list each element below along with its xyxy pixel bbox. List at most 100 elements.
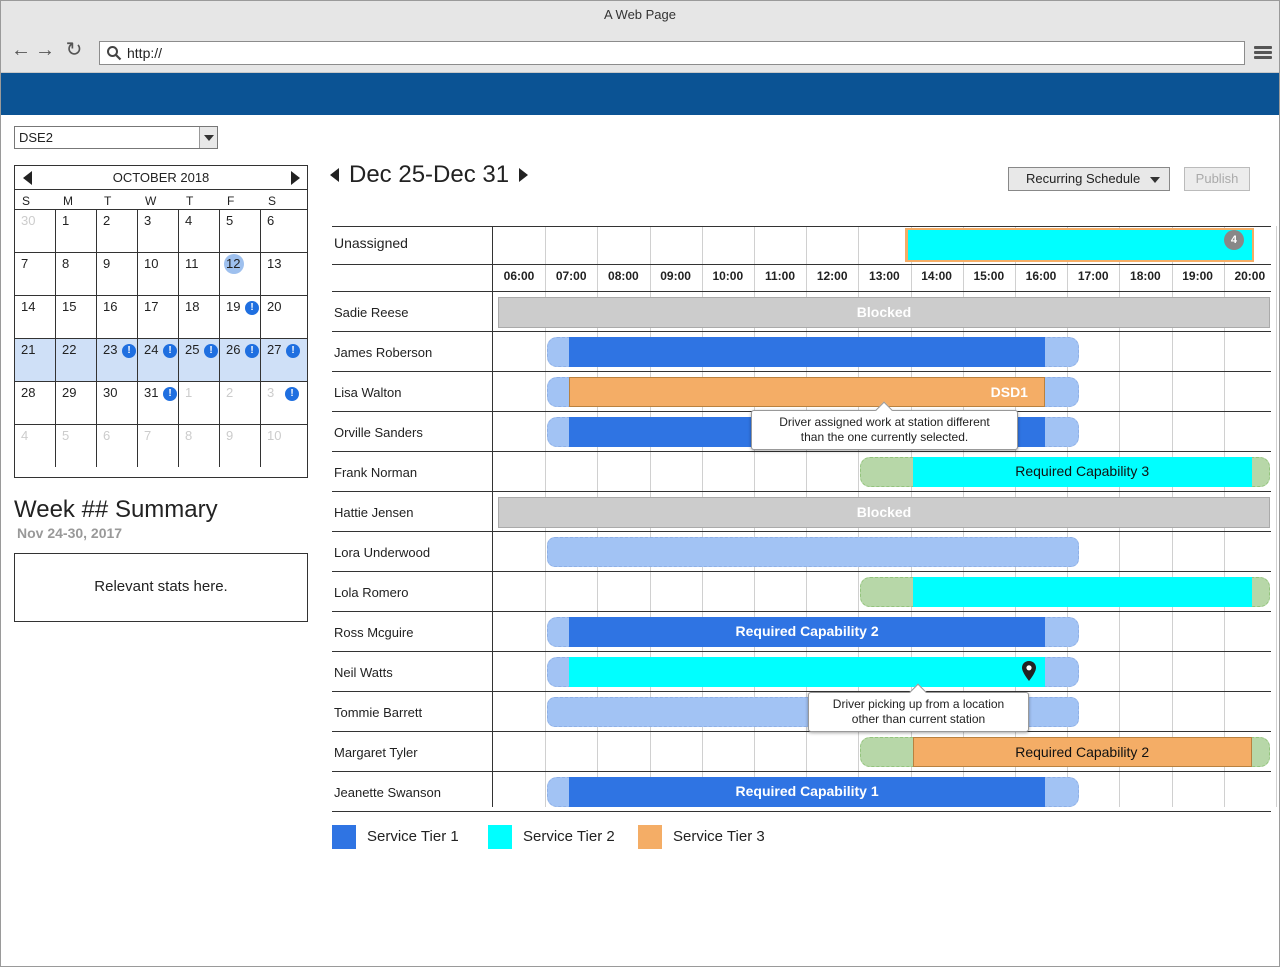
calendar-day[interactable]: 16 — [97, 295, 138, 338]
tier-1-shift-bar[interactable]: Required Capability 2 — [569, 617, 1045, 647]
calendar-day[interactable]: 7 — [15, 252, 56, 295]
calendar-day[interactable]: 3 — [138, 209, 179, 252]
available-window-bar[interactable] — [547, 537, 1080, 567]
tier-3-shift-bar[interactable]: DSD1 — [569, 377, 1045, 407]
blocked-shift-bar[interactable]: Blocked — [498, 497, 1270, 528]
calendar-day[interactable]: 9 — [220, 424, 261, 467]
driver-name[interactable]: Frank Norman — [334, 465, 417, 480]
alert-icon[interactable]: ! — [122, 344, 136, 358]
chevron-down-icon[interactable] — [199, 127, 217, 148]
alert-icon[interactable]: ! — [163, 387, 177, 401]
alert-icon[interactable]: ! — [245, 301, 259, 315]
back-arrow-icon[interactable]: ← — [10, 39, 32, 61]
tier-2-shift-bar[interactable] — [912, 577, 1252, 607]
tier-1-shift-bar[interactable]: Required Capability 1 — [569, 777, 1045, 807]
prev-week-icon[interactable] — [330, 168, 339, 182]
driver-name[interactable]: Margaret Tyler — [334, 745, 418, 760]
calendar-day[interactable]: 13 — [261, 252, 307, 295]
calendar-day[interactable]: 24! — [138, 338, 179, 381]
calendar-day[interactable]: 10 — [261, 424, 307, 467]
legend-swatch — [332, 825, 356, 849]
calendar-day[interactable]: 6 — [97, 424, 138, 467]
alert-icon[interactable]: ! — [285, 387, 299, 401]
row-divider — [332, 691, 1271, 692]
tier-1-shift-bar[interactable] — [569, 337, 1045, 367]
calendar-day[interactable]: 30 — [97, 381, 138, 424]
weekday-header: S — [22, 194, 31, 208]
driver-name[interactable]: Tommie Barrett — [334, 705, 422, 720]
driver-name[interactable]: Neil Watts — [334, 665, 393, 680]
recurring-schedule-dropdown[interactable]: Recurring Schedule — [1008, 167, 1170, 191]
calendar-day[interactable]: 15 — [56, 295, 97, 338]
driver-name[interactable]: Orville Sanders — [334, 425, 423, 440]
calendar-day-number: 10 — [267, 428, 282, 443]
calendar-day[interactable]: 6 — [261, 209, 307, 252]
calendar-day[interactable]: 26! — [220, 338, 261, 381]
calendar-day[interactable]: 14 — [15, 295, 56, 338]
shift-bar-label: Required Capability 1 — [735, 783, 879, 799]
alert-icon[interactable]: ! — [245, 344, 259, 358]
hamburger-menu-icon[interactable] — [1254, 46, 1272, 60]
tier-3-shift-bar[interactable]: Required Capability 2 — [912, 737, 1252, 767]
tier-2-shift-bar[interactable]: Required Capability 3 — [912, 457, 1252, 487]
calendar-day[interactable]: 25! — [179, 338, 220, 381]
hour-label: 19:00 — [1182, 269, 1213, 283]
calendar-day[interactable]: 19! — [220, 295, 261, 338]
calendar-day[interactable]: 11 — [179, 252, 220, 295]
location-pin-icon[interactable] — [1021, 660, 1037, 682]
calendar-day[interactable]: 28 — [15, 381, 56, 424]
calendar-day[interactable]: 9 — [97, 252, 138, 295]
calendar-day[interactable]: 2 — [220, 381, 261, 424]
alert-icon[interactable]: ! — [163, 344, 177, 358]
calendar-day[interactable]: 30 — [15, 209, 56, 252]
calendar-day[interactable]: 23! — [97, 338, 138, 381]
driver-name[interactable]: Lora Underwood — [334, 545, 430, 560]
unassigned-shift-block[interactable] — [904, 228, 1254, 262]
calendar-day[interactable]: 8 — [56, 252, 97, 295]
calendar-day[interactable]: 8 — [179, 424, 220, 467]
calendar-day[interactable]: 1 — [56, 209, 97, 252]
driver-name[interactable]: Lisa Walton — [334, 385, 401, 400]
calendar-day[interactable]: 4 — [179, 209, 220, 252]
calendar-day[interactable]: 4 — [15, 424, 56, 467]
driver-name[interactable]: James Roberson — [334, 345, 432, 360]
next-week-icon[interactable] — [519, 168, 528, 182]
calendar-day[interactable]: 20 — [261, 295, 307, 338]
calendar-day[interactable]: 21 — [15, 338, 56, 381]
reload-icon[interactable]: ↻ — [63, 39, 85, 61]
calendar-day[interactable]: 29 — [56, 381, 97, 424]
forward-arrow-icon[interactable]: → — [34, 39, 56, 61]
driver-name[interactable]: Hattie Jensen — [334, 505, 414, 520]
calendar-day[interactable]: 22 — [56, 338, 97, 381]
calendar-day[interactable]: 27! — [261, 338, 307, 381]
driver-name[interactable]: Jeanette Swanson — [334, 785, 441, 800]
week-range-label: Dec 25-Dec 31 — [349, 161, 510, 188]
driver-name[interactable]: Sadie Reese — [334, 305, 408, 320]
calendar-day[interactable]: 5 — [56, 424, 97, 467]
alert-icon[interactable]: ! — [204, 344, 218, 358]
calendar-day[interactable]: 5 — [220, 209, 261, 252]
calendar-day[interactable]: 2 — [97, 209, 138, 252]
calendar-day-number: 30 — [103, 385, 118, 400]
calendar-day[interactable]: 7 — [138, 424, 179, 467]
driver-name[interactable]: Lola Romero — [334, 585, 408, 600]
tier-2-shift-bar[interactable] — [569, 657, 1045, 687]
calendar-day[interactable]: 3! — [261, 381, 307, 424]
station-dropdown[interactable]: DSE2 — [14, 126, 218, 149]
unassigned-count-badge[interactable]: 4 — [1223, 230, 1244, 250]
calendar-day-number: 5 — [226, 213, 234, 228]
blocked-shift-bar[interactable]: Blocked — [498, 297, 1270, 328]
legend-tier-3: Service Tier 3 — [638, 825, 778, 849]
calendar-day[interactable]: 18 — [179, 295, 220, 338]
calendar-day[interactable]: 12 — [220, 252, 261, 295]
next-month-icon[interactable] — [291, 171, 300, 185]
row-divider — [332, 571, 1271, 572]
publish-button[interactable]: Publish — [1184, 167, 1250, 191]
calendar-day[interactable]: 17 — [138, 295, 179, 338]
calendar-day[interactable]: 31! — [138, 381, 179, 424]
alert-icon[interactable]: ! — [286, 344, 300, 358]
driver-name[interactable]: Ross Mcguire — [334, 625, 413, 640]
calendar-day[interactable]: 10 — [138, 252, 179, 295]
calendar-day[interactable]: 1 — [179, 381, 220, 424]
address-bar[interactable]: http:// — [99, 41, 1245, 65]
